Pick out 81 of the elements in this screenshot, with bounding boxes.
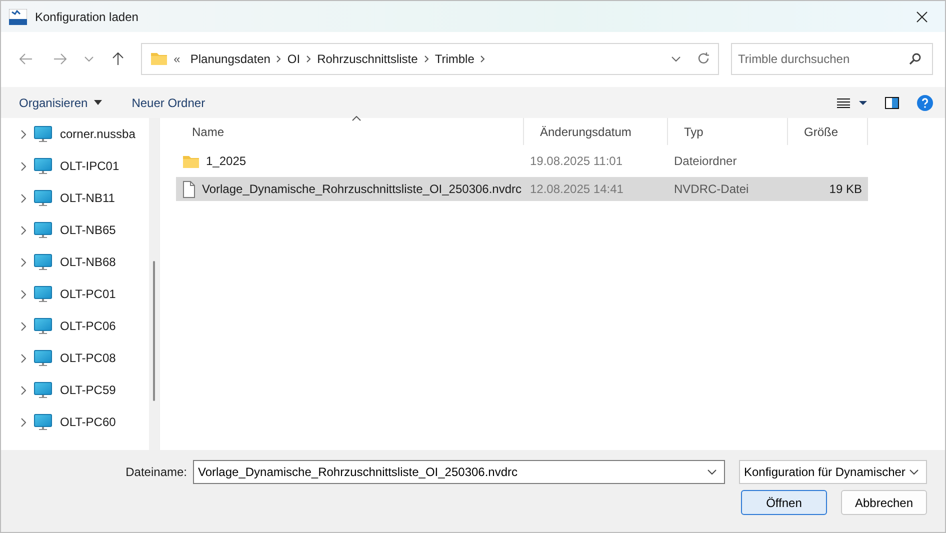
breadcrumb[interactable]: OI xyxy=(287,52,300,66)
file-type-dropdown[interactable]: Konfiguration für Dynamischer xyxy=(739,460,927,484)
file-row[interactable]: 1_2025 19.08.2025 11:01 Dateiordner xyxy=(176,149,868,173)
preview-pane-icon[interactable] xyxy=(885,96,899,108)
address-bar[interactable]: « Planungsdaten OI Rohrzuschnittsliste Trimble xyxy=(140,42,720,74)
column-header[interactable]: Änderungsdatum xyxy=(524,118,668,145)
folder-icon xyxy=(182,154,200,168)
folder-icon xyxy=(150,51,168,66)
file-type: NVDRC-Datei xyxy=(673,182,750,196)
monitor-icon xyxy=(34,286,52,302)
chevron-down-icon xyxy=(84,56,94,62)
sidebar-item[interactable]: OLT-PC01 xyxy=(1,278,149,310)
file-type: Dateiordner xyxy=(673,154,738,168)
close-icon xyxy=(916,10,928,22)
monitor-icon xyxy=(34,318,52,334)
chevron-icon xyxy=(21,194,26,202)
sort-ascending-icon xyxy=(352,116,361,121)
chevron-icon xyxy=(21,162,26,170)
breadcrumb[interactable]: Trimble xyxy=(434,52,474,66)
dropdown-chevron-icon xyxy=(707,469,717,475)
sidebar-item[interactable]: OLT-NB11 xyxy=(1,182,149,214)
cancel-button[interactable]: Abbrechen xyxy=(841,490,927,515)
help-icon[interactable] xyxy=(917,94,933,110)
search-field[interactable]: Trimble durchsuchen xyxy=(731,42,934,74)
chevron-icon xyxy=(21,386,26,394)
monitor-icon xyxy=(34,126,52,142)
modified-date: 19.08.2025 11:01 xyxy=(529,154,624,168)
refresh-icon[interactable] xyxy=(697,52,710,65)
view-options-icon[interactable] xyxy=(837,98,867,108)
sidebar-item[interactable]: OLT-PC59 xyxy=(1,374,149,406)
chevron-icon xyxy=(21,322,26,330)
chevron-down-icon xyxy=(909,469,920,475)
sidebar-item[interactable]: OLT-NB65 xyxy=(1,214,149,246)
monitor-icon xyxy=(34,414,52,430)
chevron-icon xyxy=(21,130,26,138)
chevron-icon xyxy=(21,418,26,426)
monitor-icon xyxy=(34,158,52,174)
chevron-icon xyxy=(21,354,26,362)
open-button[interactable]: Öffnen xyxy=(741,490,827,515)
sidebar-item[interactable]: corner.nussba xyxy=(1,118,149,150)
chevron-icon xyxy=(21,258,26,266)
column-header[interactable]: Name xyxy=(176,118,524,145)
chevron-icon xyxy=(306,54,312,62)
file-row[interactable]: Vorlage_Dynamische_Rohrzuschnittsliste_OI_250306.nvdrc 12.08.2025 14:41 NVDRC-Datei 19 KB xyxy=(176,177,868,201)
sidebar-item[interactable]: OLT-IPC01 xyxy=(1,150,149,182)
sidebar-item[interactable]: OLT-PC06 xyxy=(1,310,149,342)
monitor-icon xyxy=(34,382,52,398)
file-size: 19 KB xyxy=(828,182,863,196)
filename-field[interactable]: Vorlage_Dynamische_Rohrzuschnittsliste_OI_250306.nvdrc xyxy=(193,460,725,484)
monitor-icon xyxy=(34,222,52,238)
modified-date: 12.08.2025 14:41 xyxy=(529,182,624,196)
breadcrumb[interactable]: Rohrzuschnittsliste xyxy=(317,52,418,66)
sidebar-item[interactable]: OLT-PC60 xyxy=(1,406,149,438)
column-header[interactable]: Größe xyxy=(788,118,868,145)
monitor-icon xyxy=(34,254,52,270)
column-header[interactable]: Typ xyxy=(668,118,788,145)
file-name: 1_2025 xyxy=(206,154,246,168)
chevron-icon xyxy=(21,226,26,234)
overflow-chevron[interactable]: « xyxy=(174,52,180,66)
monitor-icon xyxy=(34,190,52,206)
chevron-icon xyxy=(480,54,486,62)
breadcrumb[interactable]: Planungsdaten xyxy=(190,52,270,66)
chevron-icon xyxy=(424,54,429,62)
window-title: Konfiguration laden xyxy=(35,10,138,24)
file-name: Vorlage_Dynamische_Rohrzuschnittsliste_OI_250306.nvdrc xyxy=(202,182,522,196)
left-arrow-icon xyxy=(18,52,33,64)
up-arrow-icon xyxy=(112,52,124,66)
filename-label: Dateiname: xyxy=(126,465,187,479)
dropdown-chevron-icon[interactable] xyxy=(671,56,682,62)
chevron-icon xyxy=(276,54,282,62)
search-icon xyxy=(909,52,922,64)
sidebar-item[interactable]: OLT-NB68 xyxy=(1,246,149,278)
right-arrow-icon xyxy=(52,52,67,64)
caret-icon xyxy=(94,100,102,105)
monitor-icon xyxy=(34,350,52,366)
app-icon xyxy=(9,8,27,24)
document-icon xyxy=(182,180,196,198)
chevron-icon xyxy=(21,290,26,298)
sidebar-item[interactable]: OLT-PC08 xyxy=(1,342,149,374)
new-folder-button[interactable]: Neuer Ordner xyxy=(132,96,206,110)
organize-button[interactable]: Organisieren xyxy=(19,96,102,110)
